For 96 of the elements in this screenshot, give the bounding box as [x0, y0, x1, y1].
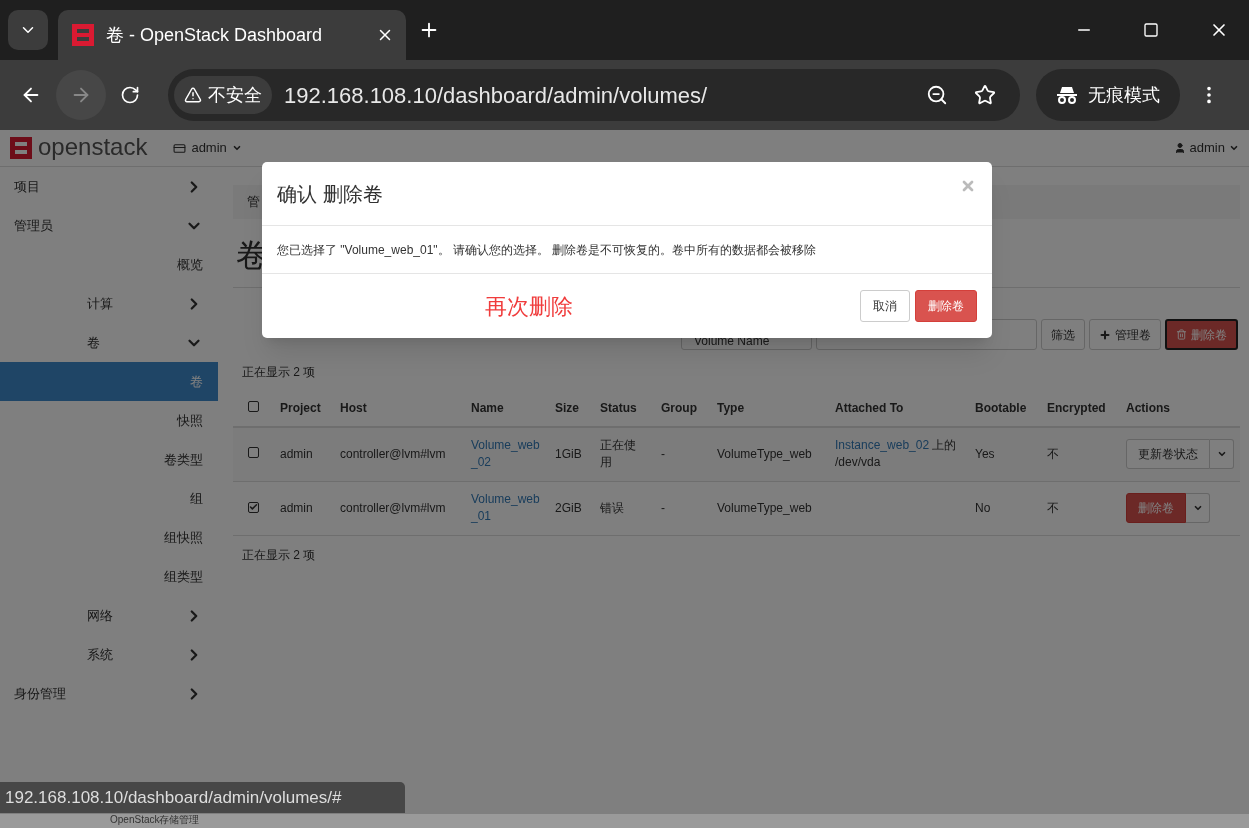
volume-link[interactable]: Volume_web_01	[471, 491, 545, 525]
user-menu[interactable]: admin	[1173, 138, 1239, 158]
table-cell-text: 正在使用	[600, 437, 637, 472]
column-header: Size	[555, 400, 579, 415]
sidebar-item[interactable]: 快照	[0, 401, 218, 440]
caret-icon	[1229, 143, 1239, 153]
logo-icon	[8, 135, 34, 161]
column-header: Bootable	[975, 400, 1027, 415]
sidebar-item[interactable]: 卷	[0, 323, 218, 362]
sidebar-item[interactable]: 概览	[0, 245, 218, 284]
tab-title: 卷 - OpenStack Dashboard	[106, 23, 323, 47]
sidebar-item[interactable]: 卷	[0, 362, 218, 401]
caret-icon	[231, 143, 242, 153]
warning-icon	[184, 86, 202, 104]
column-header: Host	[340, 400, 367, 415]
row-checkbox[interactable]	[248, 447, 259, 459]
user-icon	[1173, 142, 1186, 154]
sidebar-label: 系统	[87, 645, 113, 664]
forward-button[interactable]	[56, 70, 106, 120]
card-icon	[173, 141, 187, 155]
confirm-delete-button[interactable]: 删除卷	[915, 290, 977, 322]
page-title: 卷	[236, 236, 268, 275]
cancel-button[interactable]: 取消	[860, 290, 910, 322]
table-cell: 1GiB	[555, 447, 582, 462]
sidebar-item[interactable]: 项目	[0, 167, 218, 206]
project-menu[interactable]: admin	[173, 138, 242, 158]
window-title: OpenStack存储管理	[110, 814, 200, 826]
column-header: Name	[471, 400, 504, 415]
trash-icon	[1176, 329, 1187, 340]
column-header: Status	[600, 400, 637, 415]
dropdown-toggle[interactable]	[1210, 439, 1234, 470]
sidebar-label: 管理员	[14, 216, 53, 235]
column-header: Attached To	[835, 400, 904, 415]
delete-button[interactable]: 删除卷	[1126, 493, 1186, 523]
column-header: Group	[661, 400, 697, 415]
delete-button[interactable]: 删除卷	[1165, 319, 1238, 350]
sidebar-item[interactable]: 组	[0, 479, 218, 518]
sidebar-item[interactable]: 管理员	[0, 206, 218, 245]
sidebar-item[interactable]: 组类型	[0, 557, 218, 596]
logo-icon	[70, 22, 96, 48]
dropdown-toggle[interactable]	[1186, 493, 1210, 523]
sidebar-item[interactable]: 计算	[0, 284, 218, 323]
column-header: Project	[280, 400, 321, 415]
sidebar-item[interactable]: 网络	[0, 596, 218, 635]
sidebar-item[interactable]: 卷类型	[0, 440, 218, 479]
row-checkbox[interactable]	[248, 501, 259, 513]
item-count: 正在显示 2 项	[242, 546, 317, 564]
reload-icon[interactable]	[120, 85, 140, 105]
browser-tab[interactable]: 卷 - OpenStack Dashboard	[58, 10, 406, 60]
caret-icon	[1192, 503, 1203, 513]
column-header: Actions	[1126, 400, 1170, 415]
sidebar-item[interactable]: 组快照	[0, 518, 218, 557]
sidebar-label: 计算	[87, 294, 113, 313]
table-cell-text: 错误	[600, 499, 625, 517]
logo-text: openstack	[38, 131, 148, 162]
url-text: 192.168.108.10/dashboard/admin/volumes/	[284, 81, 708, 110]
table-cell: -	[661, 501, 665, 515]
incognito-icon	[1056, 85, 1078, 105]
row-checkbox[interactable]	[248, 400, 259, 412]
column-header: Type	[717, 400, 745, 415]
table-cell: controller@lvm#lvm	[340, 447, 446, 462]
address-bar[interactable]: 不安全 192.168.108.10/dashboard/admin/volumes/	[168, 69, 1020, 121]
sidebar-item[interactable]: 系统	[0, 635, 218, 674]
sidebar-item[interactable]: 身份管理	[0, 674, 218, 713]
table-cell: Yes	[975, 447, 995, 462]
annotation-text: 再次删除	[485, 292, 573, 321]
filter-button[interactable]: 筛选	[1041, 319, 1085, 350]
maximize-icon[interactable]	[1143, 22, 1159, 38]
table-cell: admin	[280, 447, 313, 462]
table-cell: -	[661, 447, 665, 462]
bookmark-star-icon[interactable]	[974, 84, 996, 106]
table-cell: 不	[1047, 501, 1059, 515]
instance-link[interactable]: Instance_web_02	[835, 438, 930, 453]
table-cell-text: Instance_web_02 上的 /dev/vda	[835, 437, 958, 472]
add-button[interactable]: 管理卷	[1089, 319, 1161, 350]
status-url-tooltip: 192.168.108.10/dashboard/admin/volumes/#	[0, 782, 405, 813]
incognito-button[interactable]: 无痕模式	[1036, 69, 1180, 121]
item-count: 正在显示 2 项	[242, 364, 317, 381]
zoom-icon[interactable]	[926, 84, 948, 106]
security-chip[interactable]: 不安全	[174, 76, 272, 114]
table-cell: VolumeType_web	[717, 447, 812, 462]
dialog-message: 您已选择了 "Volume_web_01"。 请确认您的选择。 删除卷是不可恢复的。卷中所有的数据都会被移除	[277, 241, 817, 259]
sidebar-label: 卷	[87, 333, 100, 352]
table-cell: 不	[1047, 447, 1059, 462]
table-cell: admin	[280, 501, 313, 515]
table-cell: VolumeType_web	[717, 501, 812, 515]
volume-link[interactable]: Volume_web_02	[471, 437, 545, 472]
column-header: Encrypted	[1047, 400, 1106, 415]
plus-icon	[1099, 328, 1111, 341]
table-cell: 2GiB	[555, 501, 582, 515]
sidebar-label: 网络	[87, 606, 113, 625]
table-cell: No	[975, 501, 991, 515]
action-button[interactable]: 更新卷状态	[1126, 439, 1210, 470]
sidebar-label: 项目	[14, 177, 40, 196]
sidebar-label: 身份管理	[14, 684, 66, 703]
table-cell: controller@lvm#lvm	[340, 501, 446, 515]
